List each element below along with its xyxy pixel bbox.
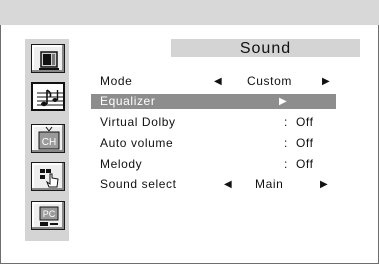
menu-row-label: Sound select: [100, 177, 177, 191]
menu-row-label: Mode: [100, 74, 133, 88]
menu-row-colon: :: [284, 115, 288, 129]
menu-row-label: Melody: [100, 157, 143, 171]
arrow-left-icon[interactable]: ◀: [214, 74, 222, 89]
menu-title: Sound: [239, 40, 292, 57]
menu-row-label: Auto volume: [100, 136, 174, 150]
menu-row-value: Off: [296, 136, 314, 150]
channel-icon: CH: [38, 126, 60, 150]
menu-row-mode[interactable]: Mode ◀ Custom ▶: [100, 74, 340, 89]
menu-row-value: Off: [296, 115, 314, 129]
sidebar-item-channel[interactable]: CH: [31, 124, 65, 153]
menu-row-virtual-dolby[interactable]: Virtual Dolby : Off: [100, 115, 340, 130]
sidebar-item-pc[interactable]: PC: [31, 201, 65, 230]
pc-icon: PC: [39, 206, 59, 226]
arrow-right-icon[interactable]: ▶: [322, 74, 330, 89]
menu-row-label: Equalizer: [100, 94, 156, 108]
arrow-right-icon[interactable]: ▶: [279, 94, 287, 109]
sidebar-item-picture[interactable]: [31, 44, 65, 73]
top-bar: [0, 0, 379, 25]
sidebar-item-sound[interactable]: [31, 82, 65, 111]
sound-note-icon: [37, 89, 63, 107]
channel-icon-label: CH: [42, 137, 56, 148]
menu-row-label: Virtual Dolby: [100, 115, 176, 129]
menu-row-auto-volume[interactable]: Auto volume : Off: [100, 136, 340, 151]
menu-row-melody[interactable]: Melody : Off: [100, 157, 340, 172]
setup-icon: [40, 169, 59, 188]
menu-row-sound-select[interactable]: Sound select ◀ Main ▶: [100, 177, 340, 192]
menu-row-value: Off: [296, 157, 314, 171]
arrow-left-icon[interactable]: ◀: [224, 177, 232, 192]
arrow-right-icon[interactable]: ▶: [320, 177, 328, 192]
menu-row-equalizer[interactable]: Equalizer ▶: [91, 94, 336, 109]
menu-row-value: Main: [255, 177, 284, 191]
menu-row-colon: :: [284, 157, 288, 171]
menu-row-colon: :: [284, 136, 288, 150]
menu-row-value: Custom: [247, 74, 292, 88]
sidebar-item-setup[interactable]: [31, 162, 65, 191]
tv-picture-icon: [39, 51, 59, 70]
pc-icon-label: PC: [43, 209, 56, 219]
